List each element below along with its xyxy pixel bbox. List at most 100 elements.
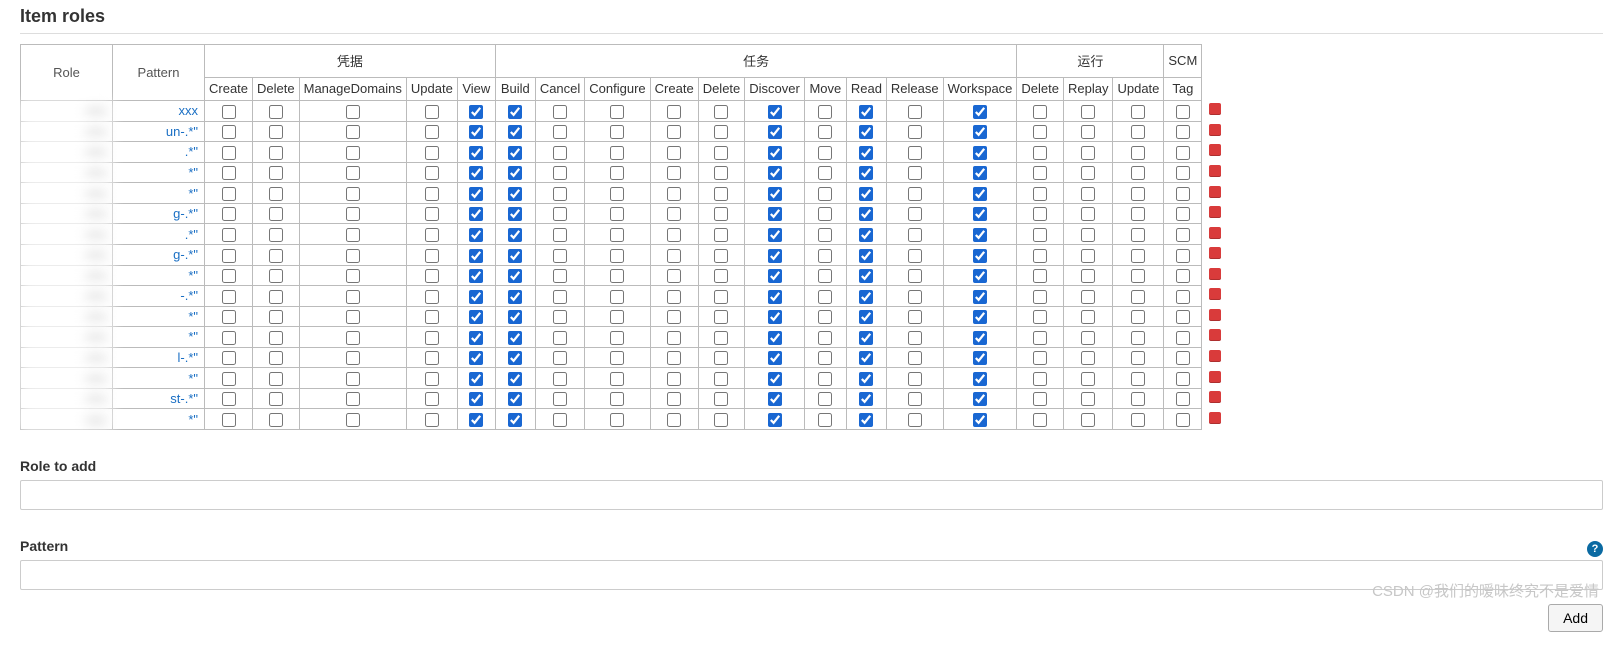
perm-checkbox[interactable] <box>714 269 728 283</box>
perm-checkbox[interactable] <box>667 207 681 221</box>
perm-checkbox[interactable] <box>553 392 567 406</box>
perm-checkbox[interactable] <box>469 413 483 427</box>
perm-checkbox[interactable] <box>346 310 360 324</box>
perm-checkbox[interactable] <box>768 269 782 283</box>
perm-checkbox[interactable] <box>1176 392 1190 406</box>
perm-checkbox[interactable] <box>768 372 782 386</box>
role-cell[interactable]: xxx <box>21 142 113 163</box>
perm-checkbox[interactable] <box>818 290 832 304</box>
perm-checkbox[interactable] <box>714 249 728 263</box>
delete-icon[interactable] <box>1209 391 1221 403</box>
perm-checkbox[interactable] <box>469 187 483 201</box>
perm-checkbox[interactable] <box>222 331 236 345</box>
perm-checkbox[interactable] <box>346 331 360 345</box>
perm-checkbox[interactable] <box>346 228 360 242</box>
role-cell[interactable]: xxx <box>21 244 113 265</box>
perm-checkbox[interactable] <box>973 351 987 365</box>
perm-checkbox[interactable] <box>768 187 782 201</box>
perm-checkbox[interactable] <box>269 372 283 386</box>
perm-checkbox[interactable] <box>859 166 873 180</box>
perm-checkbox[interactable] <box>818 146 832 160</box>
perm-checkbox[interactable] <box>818 372 832 386</box>
perm-checkbox[interactable] <box>269 125 283 139</box>
perm-checkbox[interactable] <box>610 207 624 221</box>
perm-checkbox[interactable] <box>469 331 483 345</box>
perm-checkbox[interactable] <box>973 269 987 283</box>
perm-checkbox[interactable] <box>508 331 522 345</box>
perm-checkbox[interactable] <box>714 310 728 324</box>
pattern-cell[interactable]: *" <box>113 162 205 183</box>
perm-checkbox[interactable] <box>1131 249 1145 263</box>
pattern-cell[interactable]: *" <box>113 183 205 204</box>
perm-checkbox[interactable] <box>973 249 987 263</box>
perm-checkbox[interactable] <box>1176 105 1190 119</box>
perm-checkbox[interactable] <box>714 105 728 119</box>
perm-checkbox[interactable] <box>610 331 624 345</box>
perm-checkbox[interactable] <box>714 331 728 345</box>
perm-checkbox[interactable] <box>469 207 483 221</box>
perm-checkbox[interactable] <box>346 413 360 427</box>
perm-checkbox[interactable] <box>1131 146 1145 160</box>
perm-checkbox[interactable] <box>222 146 236 160</box>
perm-checkbox[interactable] <box>859 392 873 406</box>
perm-checkbox[interactable] <box>1081 392 1095 406</box>
perm-checkbox[interactable] <box>908 146 922 160</box>
perm-checkbox[interactable] <box>818 310 832 324</box>
role-cell[interactable]: xxx <box>21 203 113 224</box>
perm-checkbox[interactable] <box>269 290 283 304</box>
perm-checkbox[interactable] <box>469 351 483 365</box>
perm-checkbox[interactable] <box>1131 413 1145 427</box>
perm-checkbox[interactable] <box>1033 269 1047 283</box>
perm-checkbox[interactable] <box>346 290 360 304</box>
perm-checkbox[interactable] <box>269 166 283 180</box>
perm-checkbox[interactable] <box>859 351 873 365</box>
perm-checkbox[interactable] <box>908 351 922 365</box>
perm-checkbox[interactable] <box>553 269 567 283</box>
perm-checkbox[interactable] <box>859 310 873 324</box>
perm-checkbox[interactable] <box>859 207 873 221</box>
perm-checkbox[interactable] <box>1081 351 1095 365</box>
perm-checkbox[interactable] <box>1131 269 1145 283</box>
delete-icon[interactable] <box>1209 144 1221 156</box>
perm-checkbox[interactable] <box>818 166 832 180</box>
perm-checkbox[interactable] <box>222 413 236 427</box>
perm-checkbox[interactable] <box>269 310 283 324</box>
perm-checkbox[interactable] <box>1033 228 1047 242</box>
perm-checkbox[interactable] <box>908 207 922 221</box>
perm-checkbox[interactable] <box>469 105 483 119</box>
perm-checkbox[interactable] <box>610 351 624 365</box>
perm-checkbox[interactable] <box>508 105 522 119</box>
perm-checkbox[interactable] <box>508 125 522 139</box>
perm-checkbox[interactable] <box>346 125 360 139</box>
perm-checkbox[interactable] <box>425 269 439 283</box>
role-cell[interactable]: xxx <box>21 286 113 307</box>
perm-checkbox[interactable] <box>768 392 782 406</box>
perm-checkbox[interactable] <box>667 187 681 201</box>
perm-checkbox[interactable] <box>667 249 681 263</box>
perm-checkbox[interactable] <box>508 207 522 221</box>
perm-checkbox[interactable] <box>269 249 283 263</box>
perm-checkbox[interactable] <box>1176 372 1190 386</box>
pattern-cell[interactable]: st-.*" <box>113 388 205 409</box>
perm-checkbox[interactable] <box>818 228 832 242</box>
perm-checkbox[interactable] <box>425 125 439 139</box>
role-cell[interactable]: xxx <box>21 162 113 183</box>
perm-checkbox[interactable] <box>346 249 360 263</box>
pattern-cell[interactable]: .*" <box>113 142 205 163</box>
perm-checkbox[interactable] <box>610 290 624 304</box>
perm-checkbox[interactable] <box>908 372 922 386</box>
perm-checkbox[interactable] <box>610 413 624 427</box>
perm-checkbox[interactable] <box>667 413 681 427</box>
perm-checkbox[interactable] <box>1176 125 1190 139</box>
perm-checkbox[interactable] <box>269 392 283 406</box>
perm-checkbox[interactable] <box>346 392 360 406</box>
perm-checkbox[interactable] <box>973 105 987 119</box>
perm-checkbox[interactable] <box>508 413 522 427</box>
perm-checkbox[interactable] <box>508 372 522 386</box>
perm-checkbox[interactable] <box>973 331 987 345</box>
perm-checkbox[interactable] <box>908 331 922 345</box>
perm-checkbox[interactable] <box>222 207 236 221</box>
perm-checkbox[interactable] <box>1033 310 1047 324</box>
perm-checkbox[interactable] <box>469 392 483 406</box>
perm-checkbox[interactable] <box>1131 331 1145 345</box>
